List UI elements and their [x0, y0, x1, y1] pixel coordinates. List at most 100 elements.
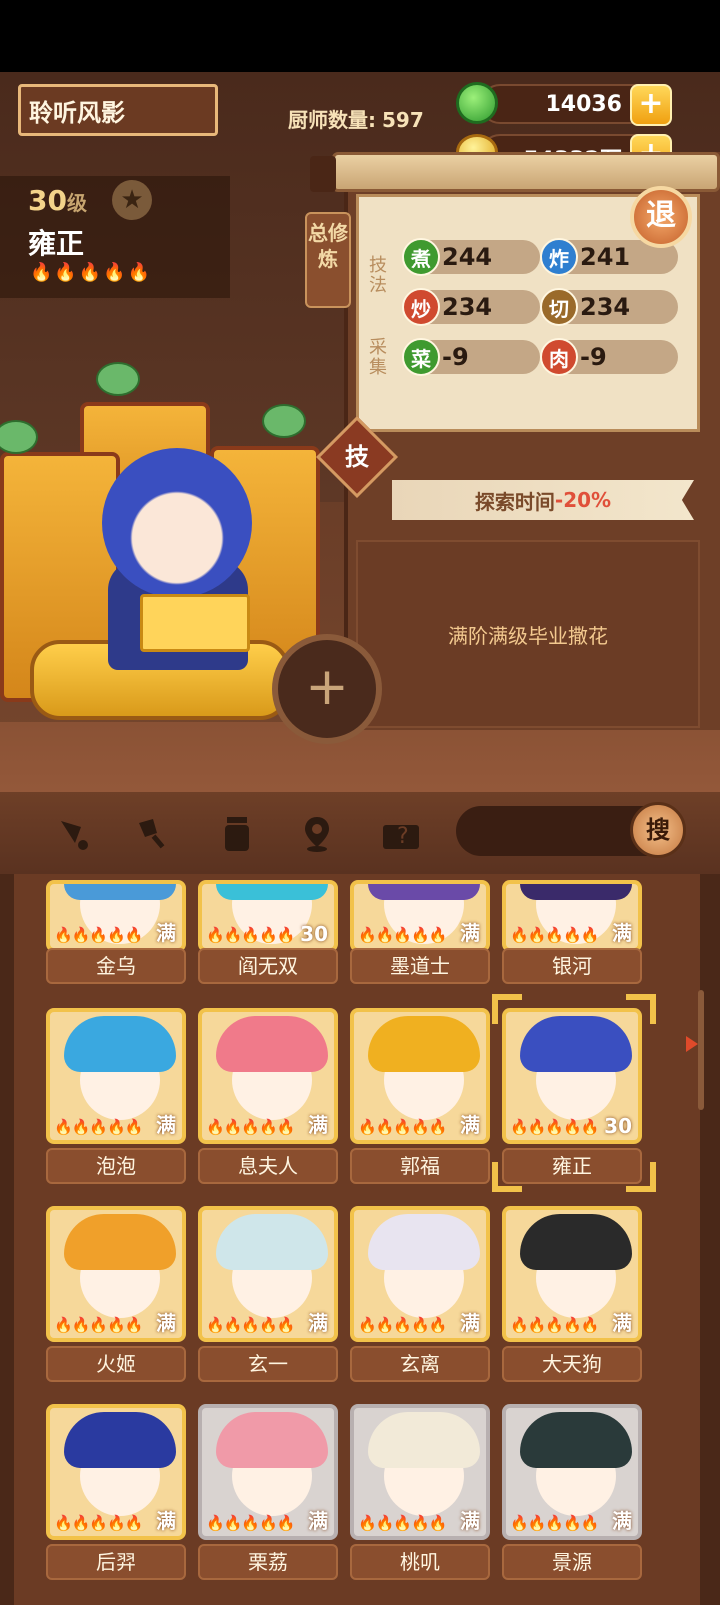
star-icon[interactable]: ★ [112, 180, 152, 220]
stat-value: -9 [442, 343, 469, 371]
stat-value: 241 [580, 243, 631, 271]
chef-card-flames: 🔥🔥🔥🔥🔥 [358, 1118, 447, 1136]
chef-card-hair [216, 884, 328, 900]
chef-card-hair [216, 1412, 328, 1468]
chef-rarity-flames: 🔥🔥🔥🔥🔥 [30, 262, 153, 283]
chef-card-flames: 🔥🔥🔥🔥🔥 [510, 926, 599, 944]
vegetable-icon: 菜 [402, 338, 440, 376]
chef-name: 雍正 [28, 227, 85, 260]
chef-card-name: 郭福 [350, 1148, 490, 1184]
chef-card-portrait[interactable]: 🔥🔥🔥🔥🔥 满 [350, 1206, 490, 1342]
explore-time-banner: 探索时间 -20% [392, 480, 694, 520]
total-training-tab[interactable]: 总修炼 [305, 212, 351, 308]
chef-card-portrait[interactable]: 🔥🔥🔥🔥🔥 满 [46, 1404, 186, 1540]
chef-card-portrait[interactable]: 🔥🔥🔥🔥🔥 满 [46, 880, 186, 952]
chef-card-flames: 🔥🔥🔥🔥🔥 [358, 926, 447, 944]
chef-card-badge: 满 [156, 921, 176, 945]
skill-button-label[interactable]: 技 [328, 428, 386, 486]
chef-level-value: 30 [28, 184, 67, 217]
location-filter-icon[interactable] [294, 810, 340, 856]
add-equipment-button[interactable]: + [272, 634, 382, 744]
chef-card-portrait[interactable]: 🔥🔥🔥🔥🔥 满 [46, 1008, 186, 1144]
chef-card-badge: 满 [308, 1509, 328, 1533]
chef-card-portrait[interactable]: 🔥🔥🔥🔥🔥 满 [502, 1206, 642, 1342]
chef-card-name: 玄一 [198, 1346, 338, 1382]
shovel-filter-icon[interactable] [130, 810, 176, 856]
chef-card-name: 银河 [502, 948, 642, 984]
chef-card-hair [520, 1214, 632, 1270]
chef-card-flames: 🔥🔥🔥🔥🔥 [206, 1118, 295, 1136]
chef-card-portrait[interactable]: 🔥🔥🔥🔥🔥 满 [198, 1008, 338, 1144]
chef-card-name: 景源 [502, 1544, 642, 1580]
selection-corner [626, 1162, 656, 1192]
chef-card-name: 金乌 [46, 948, 186, 984]
bird-decoration [262, 404, 306, 438]
chef-count: 厨师数量: 597 [282, 104, 424, 133]
chef-card-name: 息夫人 [198, 1148, 338, 1184]
stat-stirfry: 炒 234 [402, 288, 540, 326]
jar-filter-icon[interactable] [214, 810, 260, 856]
boil-icon: 煮 [402, 238, 440, 276]
book-prop [140, 594, 250, 652]
chef-card-name: 桃叽 [350, 1544, 490, 1580]
selection-corner [492, 1162, 522, 1192]
chef-card-portrait[interactable]: 🔥🔥🔥🔥🔥 满 [502, 880, 642, 952]
chef-portrait-head[interactable] [102, 448, 252, 598]
chef-card-portrait[interactable]: 🔥🔥🔥🔥🔥 满 [350, 1404, 490, 1540]
jade-value: 14036 [545, 92, 622, 117]
player-name-box[interactable]: 聆听风影 [18, 84, 218, 136]
gather-section-label: 采集 [369, 337, 387, 378]
stat-meat: 肉 -9 [540, 338, 678, 376]
jade-resource: 14036 + [480, 84, 672, 126]
chef-card-hair [216, 1016, 328, 1072]
chef-card-portrait[interactable]: 🔥🔥🔥🔥🔥 满 [198, 1206, 338, 1342]
chef-card-badge: 满 [156, 1509, 176, 1533]
chef-card-portrait[interactable]: 🔥🔥🔥🔥🔥 满 [502, 1404, 642, 1540]
mystery-filter-icon[interactable]: ? [378, 810, 424, 856]
add-jade-button[interactable]: + [630, 84, 672, 126]
explore-value: -20% [554, 488, 612, 512]
chef-card-portrait[interactable]: 🔥🔥🔥🔥🔥 满 [350, 880, 490, 952]
chef-card-portrait[interactable]: 🔥🔥🔥🔥🔥 满 [46, 1206, 186, 1342]
player-name: 聆听风影 [29, 98, 125, 127]
jade-icon [456, 82, 498, 124]
chef-card-portrait[interactable]: 🔥🔥🔥🔥🔥 30 [502, 1008, 642, 1144]
chef-card-flames: 🔥🔥🔥🔥🔥 [54, 1316, 143, 1334]
meat-filter-icon[interactable] [50, 810, 96, 856]
chef-card-portrait[interactable]: 🔥🔥🔥🔥🔥 满 [350, 1008, 490, 1144]
chef-card-badge: 满 [308, 1311, 328, 1335]
stat-value: 244 [442, 243, 493, 271]
chef-card-portrait[interactable]: 🔥🔥🔥🔥🔥 满 [198, 1404, 338, 1540]
chef-count-value: 597 [382, 108, 424, 132]
selection-corner [492, 994, 522, 1024]
chef-card-badge: 满 [460, 1311, 480, 1335]
stat-cut: 切 234 [540, 288, 678, 326]
chef-level: 30级 [28, 184, 87, 217]
chef-card-name: 雍正 [502, 1148, 642, 1184]
chef-card-flames: 🔥🔥🔥🔥🔥 [510, 1514, 599, 1532]
chef-card-badge: 满 [156, 1113, 176, 1137]
chef-card-badge: 满 [460, 921, 480, 945]
chef-card-hair [64, 1412, 176, 1468]
chef-card-badge: 满 [612, 1311, 632, 1335]
comment-text: 满阶满级毕业撒花 [448, 623, 608, 648]
chef-card-hair [64, 884, 176, 900]
list-scrollbar[interactable] [698, 990, 704, 1110]
chef-card-hair [520, 1412, 632, 1468]
chef-card-hair [64, 1016, 176, 1072]
search-button[interactable]: 搜 [630, 802, 686, 858]
stat-vegetable: 菜 -9 [402, 338, 540, 376]
chef-card-badge: 满 [612, 1509, 632, 1533]
chef-card-name: 栗荔 [198, 1544, 338, 1580]
expand-arrow-icon[interactable] [686, 1036, 698, 1052]
chef-card-flames: 🔥🔥🔥🔥🔥 [54, 926, 143, 944]
exit-button[interactable]: 退 [630, 186, 692, 248]
chef-card-flames: 🔥🔥🔥🔥🔥 [206, 1316, 295, 1334]
chef-card-name: 玄离 [350, 1346, 490, 1382]
chef-card-badge: 满 [308, 1113, 328, 1137]
chef-card-portrait[interactable]: 🔥🔥🔥🔥🔥 30 [198, 880, 338, 952]
chef-card-badge: 满 [156, 1311, 176, 1335]
chef-card-name: 大天狗 [502, 1346, 642, 1382]
chef-card-hair [368, 884, 480, 900]
chef-card-hair [520, 1016, 632, 1072]
